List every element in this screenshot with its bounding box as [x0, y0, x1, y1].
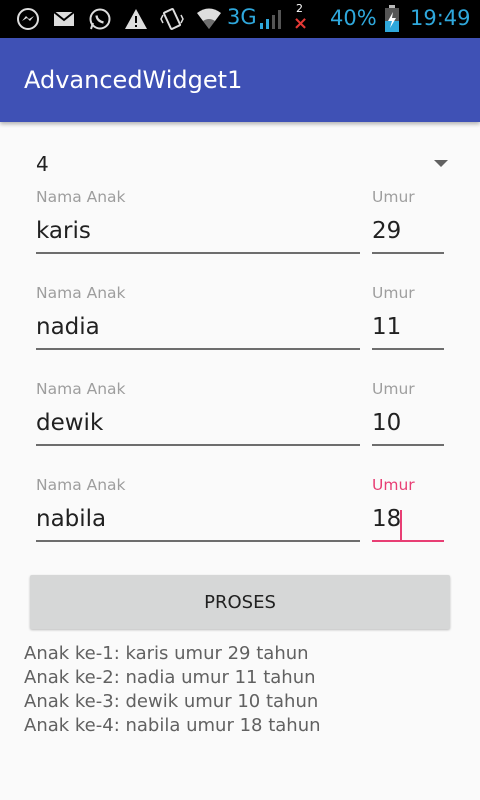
clock-time: 19:49: [410, 6, 471, 30]
child-row-4: Nama Anak Umur: [0, 476, 480, 572]
warning-icon: [125, 9, 147, 29]
messenger-icon: [17, 8, 39, 30]
age-label: Umur: [372, 476, 415, 494]
result-line: Anak ke-1: karis umur 29 tahun: [24, 643, 309, 664]
age-label: Umur: [372, 284, 415, 302]
child-age-input[interactable]: [372, 498, 444, 542]
dropdown-arrow-icon: [434, 160, 448, 167]
status-bar: 3G 2 × 40% 19:49: [0, 0, 480, 38]
whatsapp-icon: [89, 8, 111, 30]
child-age-input[interactable]: [372, 402, 444, 446]
result-line: Anak ke-3: dewik umur 10 tahun: [24, 691, 319, 712]
child-name-input[interactable]: [36, 402, 360, 446]
count-spinner[interactable]: 4: [24, 140, 456, 188]
text-cursor: [400, 510, 402, 540]
vibrate-icon: [160, 8, 184, 30]
battery-percent: 40%: [330, 6, 377, 30]
name-label: Nama Anak: [36, 284, 126, 302]
spinner-selected-value: 4: [36, 152, 49, 176]
app-title: AdvancedWidget1: [24, 66, 243, 94]
name-label: Nama Anak: [36, 380, 126, 398]
gmail-icon: [53, 11, 75, 26]
no-signal-icon: ×: [293, 13, 309, 34]
child-name-input[interactable]: [36, 498, 360, 542]
battery-icon: [385, 5, 399, 32]
result-text: Anak ke-1: karis umur 29 tahun Anak ke-2…: [24, 642, 464, 738]
name-label: Nama Anak: [36, 476, 126, 494]
wifi-icon: [197, 8, 221, 29]
network-type-text: 3G: [227, 5, 257, 29]
app-bar: AdvancedWidget1: [0, 38, 480, 122]
age-label: Umur: [372, 188, 415, 206]
child-name-input[interactable]: [36, 306, 360, 350]
proses-button[interactable]: PROSES: [30, 575, 450, 629]
child-name-input[interactable]: [36, 210, 360, 254]
result-line: Anak ke-2: nadia umur 11 tahun: [24, 667, 316, 688]
child-age-input[interactable]: [372, 210, 444, 254]
child-row-3: Nama Anak Umur: [0, 380, 480, 476]
name-label: Nama Anak: [36, 188, 126, 206]
child-row-1: Nama Anak Umur: [0, 188, 480, 284]
child-age-input[interactable]: [372, 306, 444, 350]
age-label: Umur: [372, 380, 415, 398]
signal-icon: [260, 10, 281, 29]
child-row-2: Nama Anak Umur: [0, 284, 480, 380]
result-line: Anak ke-4: nabila umur 18 tahun: [24, 715, 321, 736]
